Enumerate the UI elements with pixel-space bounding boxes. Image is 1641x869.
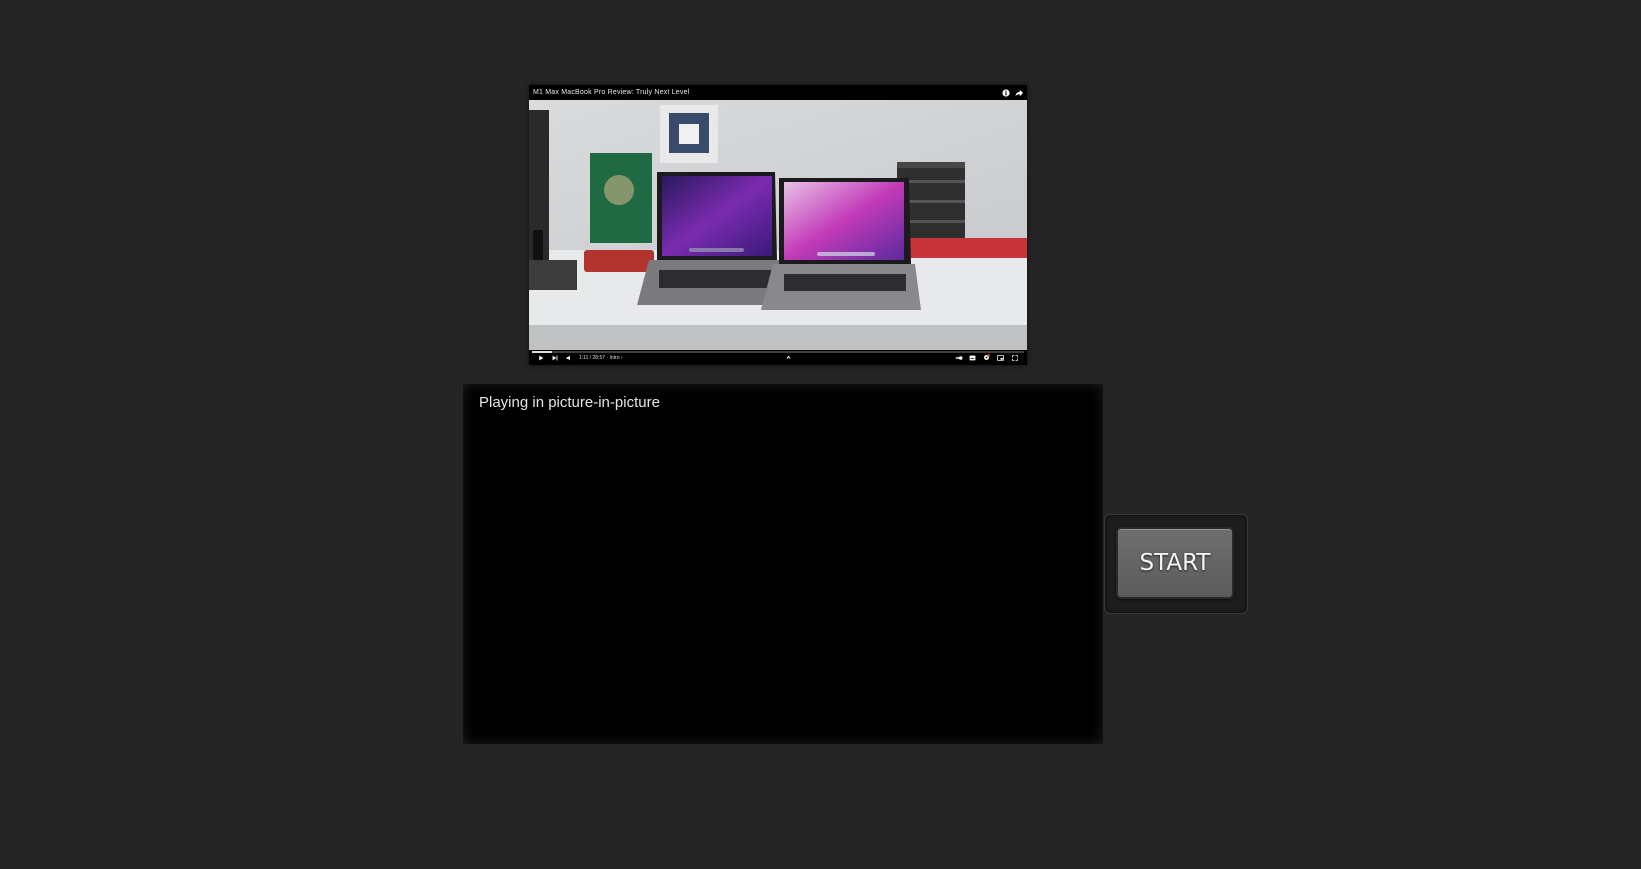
video-title[interactable]: M1 Max MacBook Pro Review: Truly Next Le… bbox=[533, 89, 689, 96]
share-icon[interactable] bbox=[1015, 89, 1023, 97]
pip-title-bar: M1 Max MacBook Pro Review: Truly Next Le… bbox=[529, 85, 1027, 100]
next-icon[interactable] bbox=[551, 354, 559, 362]
settings-icon[interactable] bbox=[983, 354, 991, 362]
chevron-up-icon[interactable] bbox=[785, 354, 793, 362]
info-icon[interactable] bbox=[1002, 88, 1010, 97]
page: M1 Max MacBook Pro Review: Truly Next Le… bbox=[0, 0, 1641, 869]
miniplayer-icon[interactable] bbox=[997, 354, 1005, 362]
progress-fill bbox=[532, 351, 552, 353]
subtitles-icon[interactable] bbox=[969, 354, 977, 362]
volume-icon[interactable] bbox=[565, 354, 573, 362]
autoplay-toggle-icon[interactable] bbox=[955, 354, 963, 362]
pip-status-message: Playing in picture-in-picture bbox=[479, 394, 660, 411]
progress-bar[interactable] bbox=[532, 351, 1024, 353]
video-frame[interactable] bbox=[529, 100, 1027, 351]
play-icon[interactable] bbox=[537, 354, 545, 362]
fullscreen-icon[interactable] bbox=[1011, 354, 1019, 362]
time-display[interactable]: 1:11 / 28:57 · Intro › bbox=[579, 355, 623, 361]
main-player-area[interactable]: Playing in picture-in-picture bbox=[463, 384, 1103, 744]
video-thumbnail-scene bbox=[529, 100, 1027, 351]
start-button[interactable]: START bbox=[1116, 527, 1234, 599]
start-button-frame: START bbox=[1104, 514, 1248, 614]
pip-video-window[interactable]: M1 Max MacBook Pro Review: Truly Next Le… bbox=[529, 85, 1027, 365]
player-controls: 1:11 / 28:57 · Intro › bbox=[529, 350, 1027, 365]
